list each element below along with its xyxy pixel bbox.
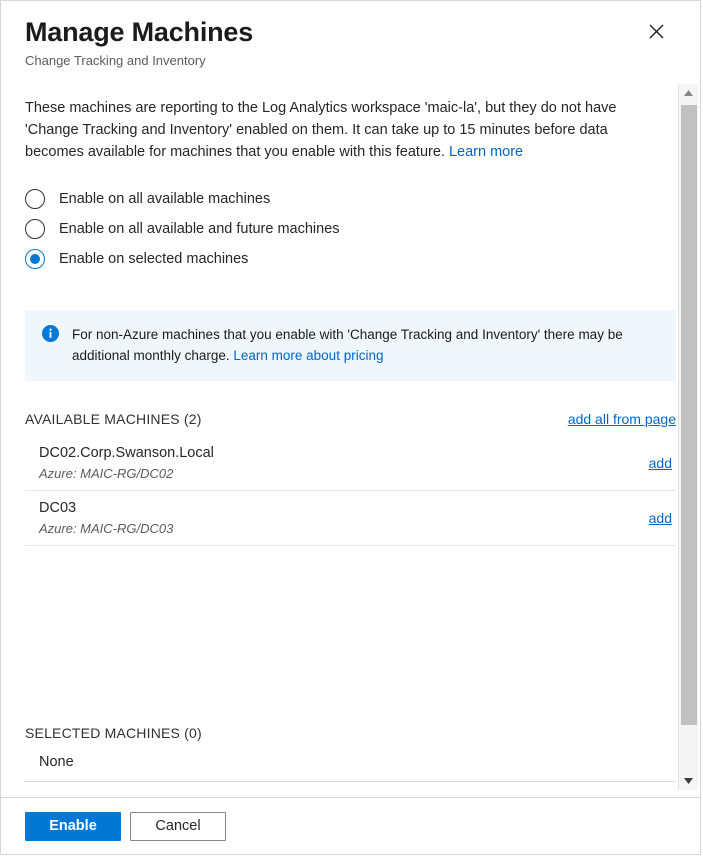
cancel-button[interactable]: Cancel xyxy=(130,811,226,841)
table-row[interactable]: DC02.Corp.Swanson.Local Azure: MAIC-RG/D… xyxy=(25,436,676,491)
page-title: Manage Machines xyxy=(25,17,254,47)
machine-info: DC03 Azure: MAIC-RG/DC03 xyxy=(39,498,173,538)
intro-text: These machines are reporting to the Log … xyxy=(25,97,657,163)
add-all-from-page-link[interactable]: add all from page xyxy=(568,411,676,427)
available-machines-title: AVAILABLE MACHINES (2) xyxy=(25,411,202,427)
chevron-up-icon xyxy=(684,90,693,96)
manage-machines-dialog: Manage Machines Change Tracking and Inve… xyxy=(0,0,701,855)
available-machines-header: AVAILABLE MACHINES (2) add all from page xyxy=(25,411,676,427)
learn-more-link[interactable]: Learn more xyxy=(449,144,523,160)
selected-machines-empty: None xyxy=(25,741,676,782)
radio-option-all-available-and-future[interactable]: Enable on all available and future machi… xyxy=(25,214,676,244)
dialog-footer: Enable Cancel xyxy=(1,797,700,854)
page-subtitle: Change Tracking and Inventory xyxy=(25,53,206,68)
enable-button[interactable]: Enable xyxy=(25,811,121,841)
machine-info: DC02.Corp.Swanson.Local Azure: MAIC-RG/D… xyxy=(39,443,214,483)
radio-icon-all-available-and-future[interactable] xyxy=(25,219,45,239)
selected-machines-section: SELECTED MACHINES (0) None xyxy=(25,725,676,782)
available-machines-list: DC02.Corp.Swanson.Local Azure: MAIC-RG/D… xyxy=(25,436,676,546)
dialog-header: Manage Machines Change Tracking and Inve… xyxy=(1,1,700,69)
radio-label-all-available-and-future: Enable on all available and future machi… xyxy=(59,221,340,237)
close-button[interactable] xyxy=(642,17,670,45)
selected-machines-title: SELECTED MACHINES (0) xyxy=(25,725,202,741)
pricing-learn-more-link[interactable]: Learn more about pricing xyxy=(233,348,383,363)
radio-label-all-available: Enable on all available machines xyxy=(59,191,271,207)
pricing-info-text: For non-Azure machines that you enable w… xyxy=(72,324,660,366)
radio-option-all-available[interactable]: Enable on all available machines xyxy=(25,184,676,214)
machine-name: DC02.Corp.Swanson.Local xyxy=(39,445,214,461)
machine-detail: Azure: MAIC-RG/DC02 xyxy=(39,466,174,481)
radio-option-selected-machines[interactable]: Enable on selected machines xyxy=(25,244,676,274)
dialog-content: These machines are reporting to the Log … xyxy=(1,97,700,782)
add-machine-link[interactable]: add xyxy=(649,455,672,471)
radio-icon-selected-machines[interactable] xyxy=(25,249,45,269)
table-row[interactable]: DC03 Azure: MAIC-RG/DC03 add xyxy=(25,491,676,546)
intro-body: These machines are reporting to the Log … xyxy=(25,100,617,160)
radio-label-selected-machines: Enable on selected machines xyxy=(59,251,249,267)
radio-icon-all-available[interactable] xyxy=(25,189,45,209)
pricing-info-banner: For non-Azure machines that you enable w… xyxy=(25,310,676,381)
close-icon xyxy=(649,24,664,39)
info-icon xyxy=(42,325,59,342)
enable-scope-radio-group: Enable on all available machines Enable … xyxy=(25,184,676,274)
machine-detail: Azure: MAIC-RG/DC03 xyxy=(39,521,174,536)
machine-name: DC03 xyxy=(39,500,77,516)
add-machine-link[interactable]: add xyxy=(649,510,672,526)
